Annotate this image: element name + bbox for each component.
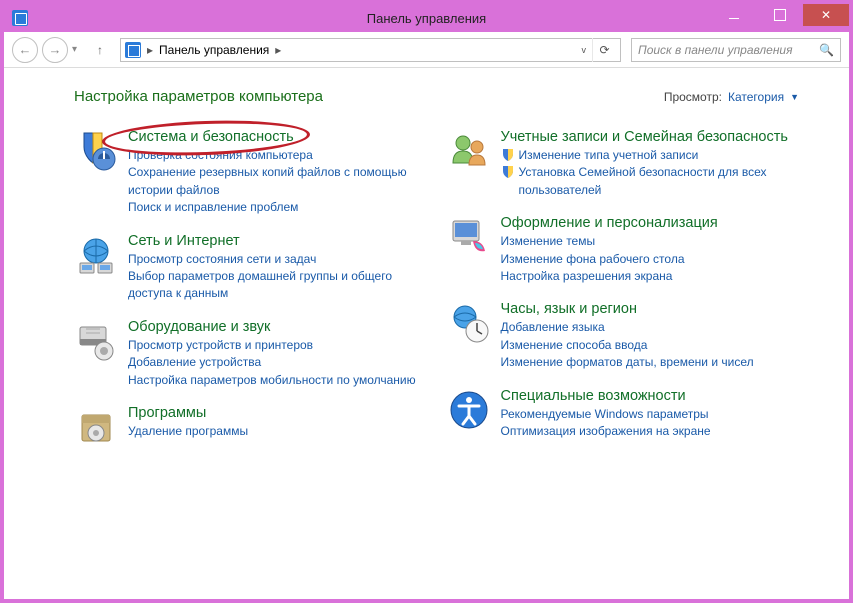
view-value[interactable]: Категория — [728, 90, 784, 104]
category-link[interactable]: Добавление устройства — [128, 354, 427, 371]
category-clock: Часы, язык и регион Добавление языка Изм… — [447, 301, 800, 371]
category-link[interactable]: Настройка параметров мобильности по умол… — [128, 372, 427, 389]
category-programs: Программы Удаление программы — [74, 405, 427, 449]
refresh-button[interactable]: ⟳ — [592, 38, 616, 62]
category-columns: Система и безопасность Проверка состояни… — [74, 129, 799, 465]
category-title[interactable]: Оформление и персонализация — [501, 215, 718, 231]
category-link[interactable]: Рекомендуемые Windows параметры — [501, 406, 800, 423]
category-title[interactable]: Система и безопасность — [128, 129, 294, 145]
category-appearance: Оформление и персонализация Изменение те… — [447, 215, 800, 285]
accounts-icon — [447, 129, 491, 173]
category-title[interactable]: Специальные возможности — [501, 388, 686, 404]
address-sep-icon: ▸ — [275, 43, 281, 57]
view-label: Просмотр: — [664, 90, 722, 104]
right-column: Учетные записи и Семейная безопасность И… — [447, 129, 800, 465]
category-link[interactable]: Поиск и исправление проблем — [128, 199, 427, 216]
window-controls — [711, 4, 849, 28]
hardware-icon — [74, 319, 118, 363]
appearance-icon — [447, 215, 491, 259]
shield-icon — [501, 165, 515, 179]
up-button[interactable]: ↑ — [90, 43, 110, 57]
view-selector: Просмотр: Категория ▼ — [664, 90, 799, 104]
accessibility-icon — [447, 388, 491, 432]
category-hardware: Оборудование и звук Просмотр устройств и… — [74, 319, 427, 389]
control-panel-addr-icon — [125, 42, 141, 58]
category-link[interactable]: Просмотр состояния сети и задач — [128, 251, 427, 268]
category-link[interactable]: Настройка разрешения экрана — [501, 268, 800, 285]
window-title: Панель управления — [367, 11, 486, 26]
category-link[interactable]: Проверка состояния компьютера — [128, 147, 427, 164]
clock-icon — [447, 301, 491, 345]
category-link[interactable]: Изменение форматов даты, времени и чисел — [501, 354, 800, 371]
breadcrumb[interactable]: Панель управления — [159, 43, 269, 57]
control-panel-window: Панель управления ← → ▾ ↑ ▸ Панель управ… — [0, 0, 853, 603]
category-title[interactable]: Сеть и Интернет — [128, 233, 240, 249]
category-system-security: Система и безопасность Проверка состояни… — [74, 129, 427, 217]
category-link[interactable]: Оптимизация изображения на экране — [501, 423, 800, 440]
history-dropdown[interactable]: ▾ — [72, 44, 86, 55]
left-column: Система и безопасность Проверка состояни… — [74, 129, 427, 465]
shield-icon — [501, 148, 515, 162]
close-button[interactable] — [803, 4, 849, 26]
category-link[interactable]: Изменение темы — [501, 233, 800, 250]
minimize-button[interactable] — [711, 4, 757, 26]
category-link[interactable]: Установка Семейной безопасности для всех… — [519, 164, 800, 199]
category-link[interactable]: Изменение способа ввода — [501, 337, 800, 354]
titlebar: Панель управления — [4, 4, 849, 32]
category-link[interactable]: Сохранение резервных копий файлов с помо… — [128, 164, 427, 199]
category-link[interactable]: Выбор параметров домашней группы и общег… — [128, 268, 427, 303]
search-input[interactable] — [638, 43, 813, 57]
search-icon[interactable]: 🔍 — [819, 43, 834, 57]
category-network: Сеть и Интернет Просмотр состояния сети … — [74, 233, 427, 303]
address-sep-icon: ▸ — [147, 43, 153, 57]
search-box[interactable]: 🔍 — [631, 38, 841, 62]
programs-icon — [74, 405, 118, 449]
category-link[interactable]: Изменение типа учетной записи — [519, 147, 699, 164]
navbar: ← → ▾ ↑ ▸ Панель управления ▸ v ⟳ 🔍 — [4, 32, 849, 68]
forward-button[interactable]: → — [42, 37, 68, 63]
address-dropdown-icon[interactable]: v — [582, 45, 587, 55]
category-title[interactable]: Программы — [128, 405, 206, 421]
control-panel-icon — [12, 10, 28, 26]
category-link[interactable]: Добавление языка — [501, 319, 800, 336]
category-accessibility: Специальные возможности Рекомендуемые Wi… — [447, 388, 800, 441]
category-link[interactable]: Изменение фона рабочего стола — [501, 251, 800, 268]
category-title[interactable]: Оборудование и звук — [128, 319, 270, 335]
address-bar[interactable]: ▸ Панель управления ▸ v ⟳ — [120, 38, 621, 62]
system-security-icon — [74, 129, 118, 173]
content-area: Настройка параметров компьютера Просмотр… — [4, 68, 849, 599]
content-header: Настройка параметров компьютера Просмотр… — [74, 88, 799, 105]
category-link[interactable]: Просмотр устройств и принтеров — [128, 337, 427, 354]
category-title[interactable]: Часы, язык и регион — [501, 301, 637, 317]
chevron-down-icon[interactable]: ▼ — [790, 92, 799, 102]
maximize-button[interactable] — [757, 4, 803, 26]
page-heading: Настройка параметров компьютера — [74, 88, 323, 105]
category-link[interactable]: Удаление программы — [128, 423, 427, 440]
network-icon — [74, 233, 118, 277]
category-title[interactable]: Учетные записи и Семейная безопасность — [501, 129, 788, 145]
back-button[interactable]: ← — [12, 37, 38, 63]
category-accounts: Учетные записи и Семейная безопасность И… — [447, 129, 800, 199]
